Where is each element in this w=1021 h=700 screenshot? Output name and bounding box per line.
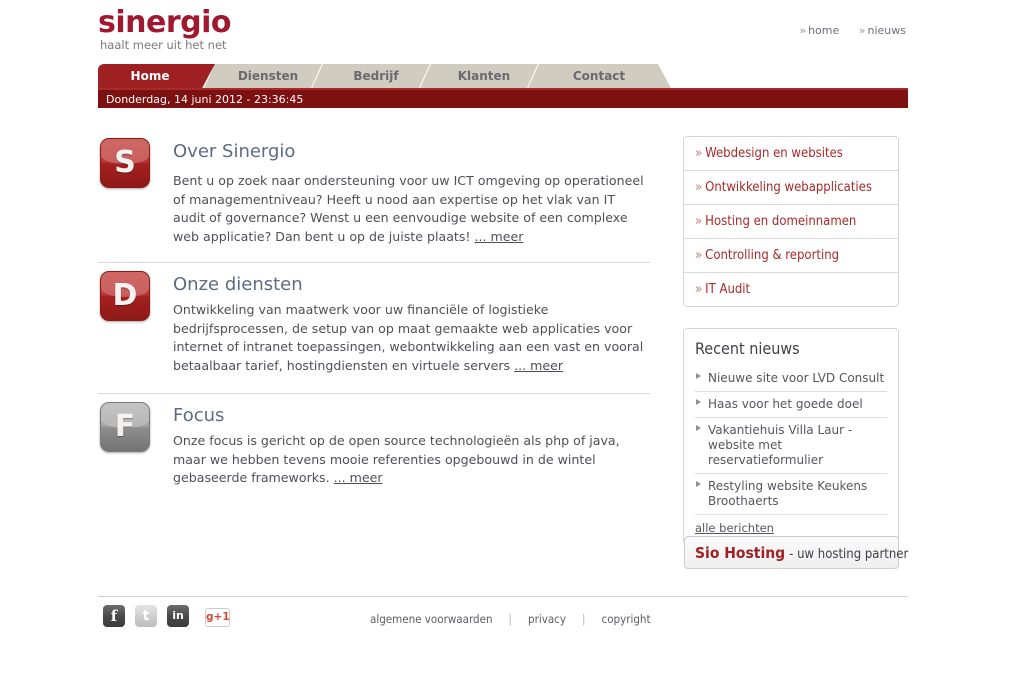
tab-klanten[interactable]: Klanten (432, 64, 536, 88)
content-block-onze-diensten: D Onze diensten Ontwikkeling van maatwer… (98, 263, 658, 394)
chevron-right-icon: » (799, 24, 807, 37)
sidebar-item-label: Controlling & reporting (705, 248, 840, 263)
triangle-right-icon (696, 481, 701, 487)
triangle-right-icon (696, 399, 701, 405)
top-link-home[interactable]: » home (799, 24, 839, 37)
block-body: Onze focus is gericht op de open source … (173, 433, 620, 485)
chevron-right-icon: » (695, 180, 703, 195)
sidebar-item-label: Ontwikkeling webapplicaties (705, 180, 872, 195)
content-block-over-sinergio: S Over Sinergio Bent u op zoek naar onde… (98, 130, 658, 263)
chevron-right-icon: » (695, 146, 703, 161)
content-block-focus: F Focus Onze focus is gericht op de open… (98, 394, 658, 514)
news-title: Recent nieuws (695, 339, 800, 358)
tab-diensten[interactable]: Diensten (216, 64, 320, 88)
read-more-link-focus[interactable]: ... meer (334, 470, 383, 485)
read-more-link-onze-diensten[interactable]: ... meer (514, 358, 563, 373)
tab-home-label: Home (130, 69, 170, 83)
sidebar-item-hosting[interactable]: » Hosting en domeinnamen (684, 205, 898, 239)
block-text-over-sinergio: Bent u op zoek naar ondersteuning voor u… (173, 172, 650, 246)
badge-letter: F (114, 409, 136, 444)
sidebar-services-box: » Webdesign en websites » Ontwikkeling web… (683, 136, 899, 307)
block-body: Ontwikkeling van maatwerk voor uw financ… (173, 302, 644, 373)
badge-icon-d: D (100, 271, 150, 321)
sidebar-item-controlling[interactable]: » Controlling & reporting (684, 239, 898, 273)
sidebar-item-label: IT Audit (705, 282, 751, 297)
footer-separator: | (508, 612, 513, 626)
chevron-right-icon: » (858, 24, 866, 37)
news-list-item[interactable]: Haas voor het goede doel (695, 392, 887, 418)
footer-separator: | (582, 612, 586, 626)
tab-diensten-label: Diensten (237, 69, 299, 83)
twitter-icon[interactable]: t (135, 605, 157, 627)
tab-bedrijf[interactable]: Bedrijf (324, 64, 428, 88)
sidebar-item-webdesign[interactable]: » Webdesign en websites (684, 137, 898, 171)
block-text-focus: Onze focus is gericht op de open source … (173, 432, 650, 488)
block-title-focus: Focus (173, 405, 225, 426)
block-text-onze-diensten: Ontwikkeling van maatwerk voor uw financ… (173, 301, 650, 375)
news-item-label: Nieuwe site voor LVD Consult (708, 371, 885, 385)
read-more-link-over-sinergio[interactable]: ... meer (474, 229, 523, 244)
sidebar-item-it-audit[interactable]: » IT Audit (684, 273, 898, 306)
chevron-right-icon: » (695, 214, 703, 229)
facebook-icon[interactable]: f (103, 605, 125, 627)
site-header: sinergio haalt meer uit het net » home » n… (98, 0, 908, 62)
news-item-label: Haas voor het goede doel (708, 397, 863, 411)
triangle-right-icon (696, 373, 701, 379)
footer-link-privacy[interactable]: privacy (528, 612, 566, 626)
sio-hosting-brand: Sio Hosting (695, 544, 786, 562)
block-body: Bent u op zoek naar ondersteuning voor u… (173, 173, 644, 244)
news-item-label: Restyling website Keukens Broothaerts (708, 479, 868, 508)
page-root: sinergio haalt meer uit het net » home » n… (0, 0, 1021, 700)
main-content: S Over Sinergio Bent u op zoek naar onde… (98, 130, 658, 514)
news-list-item[interactable]: Restyling website Keukens Broothaerts (695, 474, 887, 515)
main-navigation: Home Diensten Bedrijf Klanten Contact (98, 64, 908, 88)
tab-bedrijf-label: Bedrijf (353, 69, 399, 83)
top-link-nieuws-label: nieuws (867, 24, 907, 37)
badge-letter: S (114, 145, 136, 180)
sidebar-news-box: Recent nieuws Nieuwe site voor LVD Consu… (683, 328, 899, 545)
site-tagline: haalt meer uit het net (100, 38, 227, 52)
all-news-link[interactable]: alle berichten (695, 521, 774, 535)
block-title-over-sinergio: Over Sinergio (173, 141, 296, 162)
sidebar-item-label: Webdesign en websites (705, 146, 843, 161)
badge-icon-f: F (100, 402, 150, 452)
tab-klanten-label: Klanten (457, 69, 511, 83)
google-plus-one-icon[interactable]: g+1 (205, 608, 230, 627)
tab-contact[interactable]: Contact (540, 64, 658, 88)
top-link-nieuws[interactable]: » nieuws (859, 24, 906, 37)
tab-home[interactable]: Home (98, 64, 215, 88)
date-bar: Donderdag, 14 juni 2012 - 23:36:45 (98, 88, 908, 108)
news-item-label: Vakantiehuis Villa Laur - website met re… (708, 423, 853, 467)
current-datetime: Donderdag, 14 juni 2012 - 23:36:45 (106, 93, 304, 106)
footer-link-copyright[interactable]: copyright (602, 612, 651, 626)
linkedin-icon[interactable]: in (167, 605, 189, 627)
tab-separator (526, 64, 540, 88)
sio-hosting-slogan: - uw hosting partner (789, 547, 909, 562)
sio-hosting-banner[interactable]: Sio Hosting - uw hosting partner (684, 536, 908, 569)
badge-letter: D (112, 278, 138, 313)
top-utility-links: » home » nieuws (783, 24, 906, 37)
site-logo[interactable]: sinergio (98, 5, 232, 40)
news-list-item[interactable]: Nieuwe site voor LVD Consult (695, 366, 887, 392)
footer-links: algemene voorwaarden | privacy | copyright (368, 612, 653, 626)
chevron-right-icon: » (695, 248, 703, 263)
sidebar-item-label: Hosting en domeinnamen (705, 214, 857, 229)
tab-separator (310, 64, 324, 88)
triangle-right-icon (696, 425, 701, 431)
footer-divider (98, 596, 908, 597)
footer-link-algemene-voorwaarden[interactable]: algemene voorwaarden (370, 612, 493, 626)
chevron-right-icon: » (695, 282, 703, 297)
news-list-item[interactable]: Vakantiehuis Villa Laur - website met re… (695, 418, 887, 474)
block-title-onze-diensten: Onze diensten (173, 274, 303, 295)
tab-contact-label: Contact (572, 69, 626, 83)
top-link-home-label: home (808, 24, 840, 37)
sidebar-item-webapplicaties[interactable]: » Ontwikkeling webapplicaties (684, 171, 898, 205)
badge-icon-s: S (100, 138, 150, 188)
tab-separator (418, 64, 432, 88)
